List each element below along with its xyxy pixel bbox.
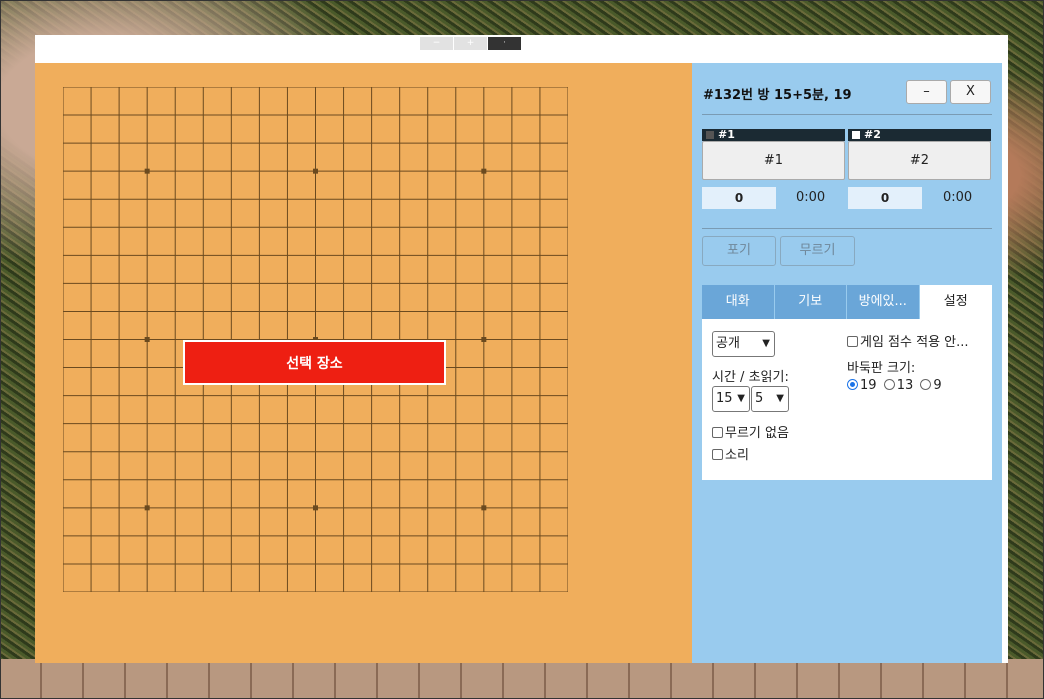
player1-timer: 0:00 xyxy=(796,190,826,205)
minimize-button[interactable]: – xyxy=(906,80,947,104)
star-point xyxy=(481,505,487,511)
chevron-down-icon: ▼ xyxy=(776,393,784,404)
star-point xyxy=(313,505,318,511)
game-window: − + · 선택 장소 #132번 방 15+5분, 19 – X #1 #2 … xyxy=(35,35,1008,663)
star-point xyxy=(313,168,318,174)
top-bar: − + · xyxy=(35,35,1008,63)
size-19-label: 19 xyxy=(860,378,877,393)
size-9-radio[interactable] xyxy=(920,379,932,390)
board-area: 선택 장소 xyxy=(35,63,692,663)
player1-score: 0 xyxy=(702,187,776,209)
tab-settings[interactable]: 설정 xyxy=(919,285,992,319)
player2-header-label: #2 xyxy=(864,128,881,141)
player2-score: 0 xyxy=(848,187,922,209)
visibility-value: 공개 xyxy=(716,336,740,351)
divider xyxy=(702,228,992,229)
zoom-in-button[interactable]: + xyxy=(454,37,487,50)
board-size-options: 19 13 9 xyxy=(847,378,942,393)
zoom-extra-button[interactable]: · xyxy=(488,37,521,50)
sound-label: 소리 xyxy=(725,448,749,463)
no-score-option[interactable]: 게임 점수 적용 안... xyxy=(847,331,969,350)
star-point xyxy=(481,168,487,174)
chevron-down-icon: ▼ xyxy=(762,338,770,349)
sound-checkbox[interactable] xyxy=(712,449,723,460)
time-minutes-select[interactable]: 15 ▼ xyxy=(712,386,750,412)
no-undo-option[interactable]: 무르기 없음 xyxy=(712,422,789,441)
visibility-select[interactable]: 공개 ▼ xyxy=(712,331,775,357)
star-point xyxy=(481,337,487,342)
settings-panel: 공개 ▼ 시간 / 초읽기: 15 ▼ 5 ▼ 무르기 없음 소리 게임 점수 … xyxy=(702,319,992,480)
undo-button[interactable]: 무르기 xyxy=(780,236,855,266)
background-floor xyxy=(0,659,1044,699)
close-button[interactable]: X xyxy=(950,80,991,104)
tab-chat[interactable]: 대화 xyxy=(702,285,775,319)
size-13-radio[interactable] xyxy=(883,379,895,390)
byoyomi-select[interactable]: 5 ▼ xyxy=(751,386,789,412)
player2-button[interactable]: #2 xyxy=(848,141,991,180)
size-9-label: 9 xyxy=(933,378,942,393)
star-point xyxy=(144,505,150,511)
tab-record[interactable]: 기보 xyxy=(774,285,847,319)
chevron-down-icon: ▼ xyxy=(737,393,745,404)
size-13-label: 13 xyxy=(896,378,914,393)
player1-header-label: #1 xyxy=(718,128,735,141)
player1-button[interactable]: #1 xyxy=(702,141,845,180)
side-panel: #132번 방 15+5분, 19 – X #1 #2 #1 #2 0 0:00… xyxy=(692,63,1002,663)
time-minutes-value: 15 xyxy=(716,391,733,406)
no-score-label: 게임 점수 적용 안... xyxy=(860,335,969,350)
resign-button[interactable]: 포기 xyxy=(702,236,776,266)
select-place-banner[interactable]: 선택 장소 xyxy=(183,340,446,385)
no-undo-label: 무르기 없음 xyxy=(725,426,789,441)
tab-users[interactable]: 방에있... xyxy=(847,285,920,319)
zoom-out-button[interactable]: − xyxy=(420,37,453,50)
sound-option[interactable]: 소리 xyxy=(712,444,749,463)
no-score-checkbox[interactable] xyxy=(847,336,858,347)
zoom-controls: − + · xyxy=(420,37,521,50)
no-undo-checkbox[interactable] xyxy=(712,427,723,438)
white-stone-icon xyxy=(852,131,860,139)
star-point xyxy=(144,337,150,342)
divider xyxy=(702,114,992,115)
black-stone-icon xyxy=(706,131,714,139)
star-point xyxy=(144,168,150,174)
room-title: #132번 방 15+5분, 19 xyxy=(703,88,852,103)
tab-bar: 대화 기보 방에있... 설정 xyxy=(702,285,992,319)
size-19-radio[interactable] xyxy=(847,379,858,390)
board-size-label: 바둑판 크기: xyxy=(847,361,916,376)
player2-timer: 0:00 xyxy=(943,190,973,205)
player1-header: #1 xyxy=(702,129,845,141)
player2-header: #2 xyxy=(848,129,991,141)
byoyomi-value: 5 xyxy=(755,391,764,406)
time-label: 시간 / 초읽기: xyxy=(712,370,789,385)
